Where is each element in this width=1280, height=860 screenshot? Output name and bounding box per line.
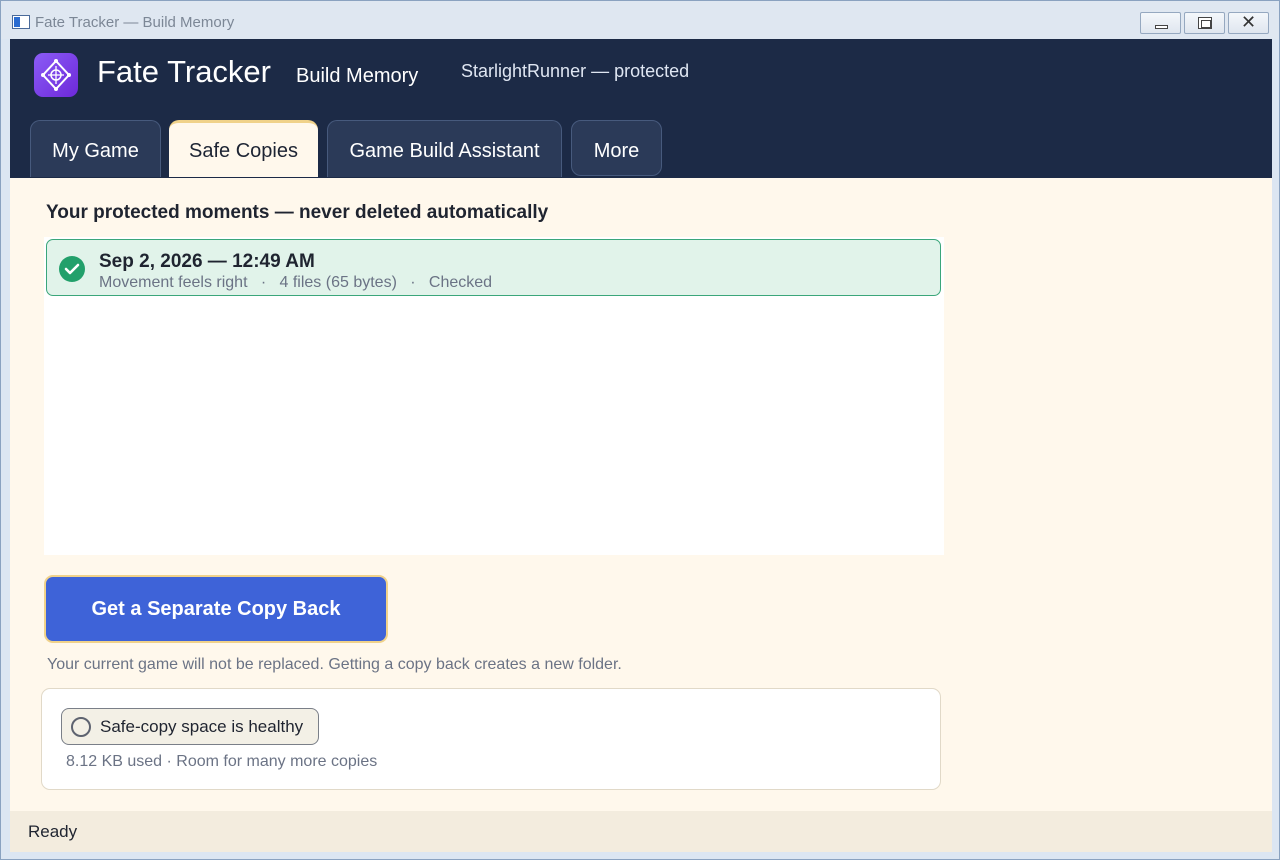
maximize-icon xyxy=(1198,17,1212,29)
app-window: Fate Tracker — Build Memory ✕ Fate Track… xyxy=(0,0,1280,860)
title-bar[interactable]: Fate Tracker — Build Memory ✕ xyxy=(1,1,1279,39)
storage-status-label: Safe-copy space is healthy xyxy=(100,717,304,736)
check-circle-icon xyxy=(59,256,85,282)
snapshot-list-item[interactable]: Sep 2, 2026 — 12:49 AM Movement feels ri… xyxy=(46,239,941,296)
window-title: Fate Tracker — Build Memory xyxy=(35,14,235,31)
storage-usage-text: 8.12 KB used · Room for many more copies xyxy=(66,753,378,770)
app-header: Fate Tracker Build Memory StarlightRunne… xyxy=(10,39,1272,178)
snapshot-list[interactable]: Sep 2, 2026 — 12:49 AM Movement feels ri… xyxy=(44,237,944,555)
app-title: Fate Tracker xyxy=(97,54,271,89)
tab-safe-copies[interactable]: Safe Copies xyxy=(169,120,318,177)
status-bar: Ready xyxy=(10,811,1272,852)
project-status: StarlightRunner — protected xyxy=(461,61,690,81)
minimize-button[interactable] xyxy=(1140,12,1181,34)
section-heading: Your protected moments — never deleted a… xyxy=(46,202,549,223)
snapshot-meta: Movement feels right · 4 files (65 bytes… xyxy=(99,274,493,291)
tab-more[interactable]: More xyxy=(571,120,662,176)
app-subtitle: Build Memory xyxy=(296,65,419,87)
radio-circle-icon xyxy=(71,717,91,737)
storage-card: Safe-copy space is healthy 8.12 KB used … xyxy=(41,688,941,790)
tab-game-build-assistant[interactable]: Game Build Assistant xyxy=(327,120,562,177)
maximize-button[interactable] xyxy=(1184,12,1225,34)
tab-my-game[interactable]: My Game xyxy=(30,120,161,177)
close-button[interactable]: ✕ xyxy=(1228,12,1269,34)
get-copy-back-button[interactable]: Get a Separate Copy Back xyxy=(44,575,388,643)
window-app-icon xyxy=(12,15,30,29)
safe-copies-panel: Your protected moments — never deleted a… xyxy=(10,178,1272,811)
storage-status-badge[interactable]: Safe-copy space is healthy xyxy=(61,708,319,745)
restore-note: Your current game will not be replaced. … xyxy=(47,656,622,673)
app-logo-icon xyxy=(34,53,78,97)
snapshot-timestamp: Sep 2, 2026 — 12:49 AM xyxy=(99,251,315,272)
status-text: Ready xyxy=(28,822,78,841)
minimize-icon xyxy=(1155,25,1168,29)
close-icon: ✕ xyxy=(1241,12,1257,33)
